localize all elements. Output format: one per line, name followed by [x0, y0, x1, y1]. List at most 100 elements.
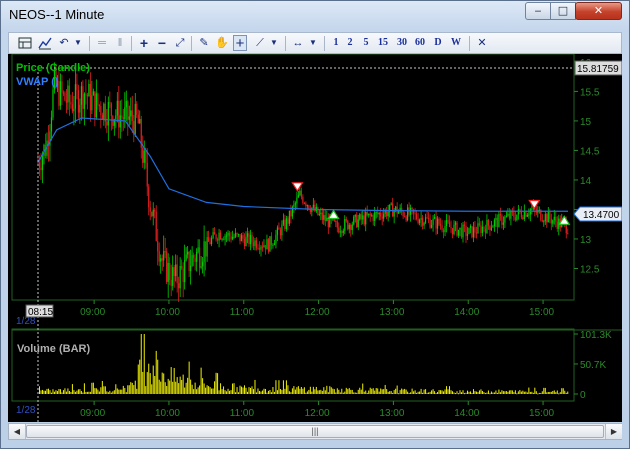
chart-area[interactable]: 1615.51514.51413.51312.5 101.3K50.7K0 09… [8, 54, 622, 422]
volume-bar [377, 388, 379, 394]
volume-bar [100, 387, 102, 394]
scroll-thumb[interactable]: ||| [26, 425, 604, 438]
candle-body [447, 220, 449, 223]
volume-bar [303, 387, 305, 394]
timeframe-daily[interactable]: D [432, 35, 444, 51]
volume-y-tick-label: 101.3K [580, 330, 612, 341]
dropdown-icon[interactable]: ▼ [73, 35, 83, 51]
zoom-out-icon[interactable]: − [155, 35, 169, 51]
layout-icon[interactable] [17, 35, 33, 51]
chart-svg[interactable]: 1615.51514.51413.51312.5 101.3K50.7K0 09… [8, 54, 622, 422]
chart-window: NEOS--1 Minute ‒ □ ✕ ↶ ▼ ═ ‖ + − ⤢ ✎ ✋ +… [0, 0, 630, 449]
candle-body [193, 255, 195, 259]
candle-body [513, 212, 515, 218]
candle-body [282, 219, 285, 225]
volume-bar [463, 393, 465, 395]
candle-body [381, 216, 383, 219]
volume-bar [80, 390, 82, 394]
add-pane-icon[interactable]: ═ [95, 35, 109, 51]
candle-body [287, 218, 289, 224]
timeframe-30[interactable]: 30 [394, 35, 410, 51]
volume-bar [546, 392, 548, 394]
volume-bar [56, 391, 58, 394]
volume-bar [347, 389, 349, 394]
volume-bar [474, 391, 476, 394]
candle-body [40, 167, 42, 171]
volume-bar [209, 387, 211, 394]
chart-type-icon[interactable] [37, 35, 53, 51]
pencil-icon[interactable]: ✎ [197, 35, 211, 51]
zoom-fit-icon[interactable]: ⤢ [173, 35, 187, 51]
timeframe-5[interactable]: 5 [359, 35, 373, 51]
candle-body [323, 215, 325, 220]
volume-bar [356, 392, 358, 394]
candle-body [222, 238, 225, 240]
volume-bar [61, 392, 63, 394]
volume-bar [552, 391, 554, 394]
volume-bar [483, 392, 485, 394]
candle-body [350, 224, 352, 230]
candle-body [163, 251, 165, 261]
volume-bar [321, 390, 323, 394]
timeframe-60[interactable]: 60 [412, 35, 428, 51]
candle-body [484, 228, 487, 234]
volume-bar [537, 393, 539, 395]
volume-bar [477, 392, 479, 394]
candle-body [438, 218, 440, 225]
zoom-in-icon[interactable]: + [137, 35, 151, 51]
timeframe-2[interactable]: 2 [343, 35, 357, 51]
candle-body [155, 211, 157, 242]
window-title: NEOS--1 Minute [9, 7, 105, 22]
candle-body [365, 212, 367, 225]
volume-bar [104, 386, 106, 394]
timeframe-15[interactable]: 15 [375, 35, 391, 51]
timeframe-weekly[interactable]: W [449, 35, 463, 51]
candle-body [432, 218, 434, 225]
price-y-tick-label: 13 [580, 235, 592, 246]
candle-body [341, 231, 343, 233]
pan-hand-icon[interactable]: ✋ [215, 35, 229, 51]
maximize-button[interactable]: □ [550, 2, 576, 20]
volume-bar [318, 390, 320, 394]
volume-bar [426, 392, 428, 394]
volume-bar [484, 393, 486, 395]
candle-body [281, 224, 283, 236]
range-arrows-icon[interactable]: ↔ [291, 35, 305, 51]
candle-body [457, 229, 460, 236]
volume-bar [450, 390, 452, 394]
candle-body [499, 214, 502, 216]
scroll-left-button[interactable]: ◀ [9, 424, 26, 439]
scroll-right-button[interactable]: ▶ [605, 424, 622, 439]
crosshair-icon[interactable]: + [233, 35, 247, 52]
close-chart-icon[interactable]: ✕ [475, 35, 489, 51]
close-button[interactable]: ✕ [575, 2, 622, 20]
candle-body [68, 85, 71, 102]
volume-bar [380, 388, 382, 394]
volume-bar [529, 391, 531, 394]
candle-body [52, 89, 54, 118]
volume-bar [52, 389, 54, 394]
candle-body [456, 222, 458, 236]
title-bar[interactable]: NEOS--1 Minute ‒ □ ✕ [1, 1, 629, 31]
undo-icon[interactable]: ↶ [57, 35, 71, 51]
candle-body [224, 235, 226, 240]
trendline-dropdown-icon[interactable]: ▼ [269, 35, 279, 51]
range-dropdown-icon[interactable]: ▼ [308, 35, 318, 51]
signal-markers [291, 182, 571, 225]
candle-body [547, 211, 549, 223]
minimize-button[interactable]: ‒ [525, 2, 551, 20]
candle-body [119, 115, 121, 128]
candle-body [493, 220, 496, 227]
horizontal-scrollbar[interactable]: ◀ ||| ▶ [8, 423, 622, 440]
candle-body [127, 101, 129, 120]
candle-body [507, 213, 509, 216]
timeframe-1[interactable]: 1 [329, 35, 343, 51]
volume-bar [543, 387, 545, 394]
split-pane-icon[interactable]: ‖ [113, 35, 127, 51]
trendline-icon[interactable]: ⟋ [253, 35, 267, 51]
candle-body [553, 216, 555, 221]
candle-body [263, 245, 265, 248]
candle-body [465, 226, 467, 236]
volume-bar [345, 387, 347, 394]
volume-bar [161, 372, 163, 394]
